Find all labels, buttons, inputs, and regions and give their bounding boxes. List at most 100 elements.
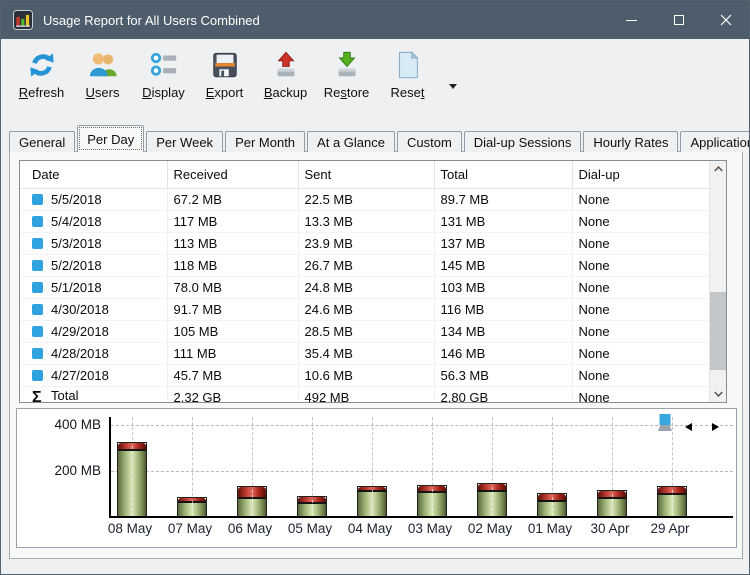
- gridline-200: [111, 471, 733, 472]
- chart-marker-icon: [657, 414, 673, 432]
- cell-sent: 22.5 MB: [298, 189, 434, 211]
- bar-30-apr: [597, 490, 627, 516]
- table-row[interactable]: 5/4/2018117 MB13.3 MB131 MBNone: [20, 211, 709, 233]
- toolbar-users-button[interactable]: Users: [72, 49, 133, 100]
- cell-received: 117 MB: [167, 211, 298, 233]
- cell-date: 4/29/2018: [20, 321, 167, 343]
- tab-at-a-glance[interactable]: At a Glance: [307, 131, 395, 152]
- table-scrollbar[interactable]: [709, 161, 726, 402]
- bar-08-may: [117, 442, 147, 516]
- window-controls: [608, 1, 749, 39]
- bar-center-dash: [372, 490, 373, 516]
- table-row[interactable]: 5/5/201867.2 MB22.5 MB89.7 MBNone: [20, 189, 709, 211]
- cell-received: 118 MB: [167, 255, 298, 277]
- close-button[interactable]: [702, 1, 749, 39]
- table-row[interactable]: 5/1/201878.0 MB24.8 MB103 MBNone: [20, 277, 709, 299]
- tab-custom[interactable]: Custom: [397, 131, 462, 152]
- toolbar-export-label: Export: [206, 85, 244, 100]
- cell-dialup: None: [572, 211, 709, 233]
- cell-received: 2.32 GB: [167, 387, 298, 404]
- day-bullet-icon: [32, 238, 43, 249]
- bar-center-dash: [132, 446, 133, 516]
- usage-chart-app-icon: [13, 10, 33, 30]
- toolbar-display-button[interactable]: Display: [133, 49, 194, 100]
- table-total-row[interactable]: ΣTotal2.32 GB492 MB2.80 GBNone: [20, 387, 709, 404]
- cell-sent: 492 MB: [298, 387, 434, 404]
- bar-04-may: [357, 486, 387, 516]
- cell-dialup: None: [572, 277, 709, 299]
- gridline-400: [111, 425, 733, 426]
- per-day-tab-page: DateReceivedSentTotalDial-up5/5/201867.2…: [9, 151, 743, 559]
- minimize-button[interactable]: [608, 1, 655, 39]
- x-axis-label-04-may: 04 May: [340, 521, 400, 536]
- usage-table-panel: DateReceivedSentTotalDial-up5/5/201867.2…: [19, 160, 727, 403]
- cell-received: 67.2 MB: [167, 189, 298, 211]
- column-header-total[interactable]: Total: [434, 161, 572, 189]
- bar-02-may: [477, 483, 507, 516]
- tab-applications[interactable]: Applications: [680, 131, 750, 152]
- users-icon: [87, 49, 119, 81]
- bar-03-may: [417, 485, 447, 516]
- day-bullet-icon: [32, 348, 43, 359]
- chart-scroll-left-arrow[interactable]: [685, 423, 692, 431]
- cell-dialup: None: [572, 233, 709, 255]
- toolbar-backup-button[interactable]: Backup: [255, 49, 316, 100]
- chevron-down-icon: [449, 84, 457, 89]
- day-bullet-icon: [32, 216, 43, 227]
- cell-total: 131 MB: [434, 211, 572, 233]
- cell-total: 145 MB: [434, 255, 572, 277]
- bar-center-dash: [552, 497, 553, 516]
- column-header-sent[interactable]: Sent: [298, 161, 434, 189]
- column-header-dial-up[interactable]: Dial-up: [572, 161, 709, 189]
- day-bullet-icon: [32, 282, 43, 293]
- tab-general[interactable]: General: [9, 131, 75, 152]
- day-bullet-icon: [32, 194, 43, 205]
- bar-center-dash: [492, 487, 493, 516]
- table-row[interactable]: 5/3/2018113 MB23.9 MB137 MBNone: [20, 233, 709, 255]
- tab-strip: GeneralPer DayPer WeekPer MonthAt a Glan…: [1, 125, 749, 152]
- table-row[interactable]: 4/30/201891.7 MB24.6 MB116 MBNone: [20, 299, 709, 321]
- bar-29-apr: [657, 486, 687, 516]
- y-axis-label-200: 200 MB: [43, 463, 101, 479]
- cell-sent: 10.6 MB: [298, 365, 434, 387]
- column-header-date[interactable]: Date: [20, 161, 167, 189]
- cell-sent: 24.6 MB: [298, 299, 434, 321]
- cell-sent: 26.7 MB: [298, 255, 434, 277]
- toolbar-backup-label: Backup: [264, 85, 307, 100]
- scroll-down-button[interactable]: [710, 386, 726, 402]
- cell-total: 2.80 GB: [434, 387, 572, 404]
- display-icon: [148, 49, 180, 81]
- table-row[interactable]: 5/2/2018118 MB26.7 MB145 MBNone: [20, 255, 709, 277]
- tab-per-week[interactable]: Per Week: [146, 131, 223, 152]
- tab-per-day[interactable]: Per Day: [77, 125, 144, 152]
- minimize-icon: [626, 20, 637, 21]
- bar-center-dash: [672, 490, 673, 516]
- cell-date: 5/2/2018: [20, 255, 167, 277]
- toolbar-refresh-button[interactable]: Refresh: [11, 49, 72, 100]
- bar-01-may: [537, 493, 567, 516]
- table-row[interactable]: 4/27/201845.7 MB10.6 MB56.3 MBNone: [20, 365, 709, 387]
- cell-sent: 28.5 MB: [298, 321, 434, 343]
- table-row[interactable]: 4/28/2018111 MB35.4 MB146 MBNone: [20, 343, 709, 365]
- chart-scroll-marker[interactable]: [657, 414, 673, 432]
- maximize-button[interactable]: [655, 1, 702, 39]
- tab-dialup-sessions[interactable]: Dial-up Sessions: [464, 131, 582, 152]
- bar-center-dash: [432, 489, 433, 516]
- toolbar-restore-button[interactable]: Restore: [316, 49, 377, 100]
- scroll-up-button[interactable]: [710, 161, 726, 177]
- bar-05-may: [297, 496, 327, 516]
- cell-received: 111 MB: [167, 343, 298, 365]
- toolbar-reset-button[interactable]: Reset: [377, 49, 438, 100]
- toolbar-export-button[interactable]: Export: [194, 49, 255, 100]
- chart-scroll-right-arrow[interactable]: [712, 423, 719, 431]
- bar-center-dash: [312, 500, 313, 516]
- cell-received: 105 MB: [167, 321, 298, 343]
- bar-center-dash: [192, 501, 193, 516]
- column-header-received[interactable]: Received: [167, 161, 298, 189]
- tab-hourly-rates[interactable]: Hourly Rates: [583, 131, 678, 152]
- day-bullet-icon: [32, 326, 43, 337]
- toolbar-overflow-button[interactable]: [446, 79, 460, 93]
- scrollbar-thumb[interactable]: [710, 292, 726, 370]
- table-row[interactable]: 4/29/2018105 MB28.5 MB134 MBNone: [20, 321, 709, 343]
- tab-per-month[interactable]: Per Month: [225, 131, 305, 152]
